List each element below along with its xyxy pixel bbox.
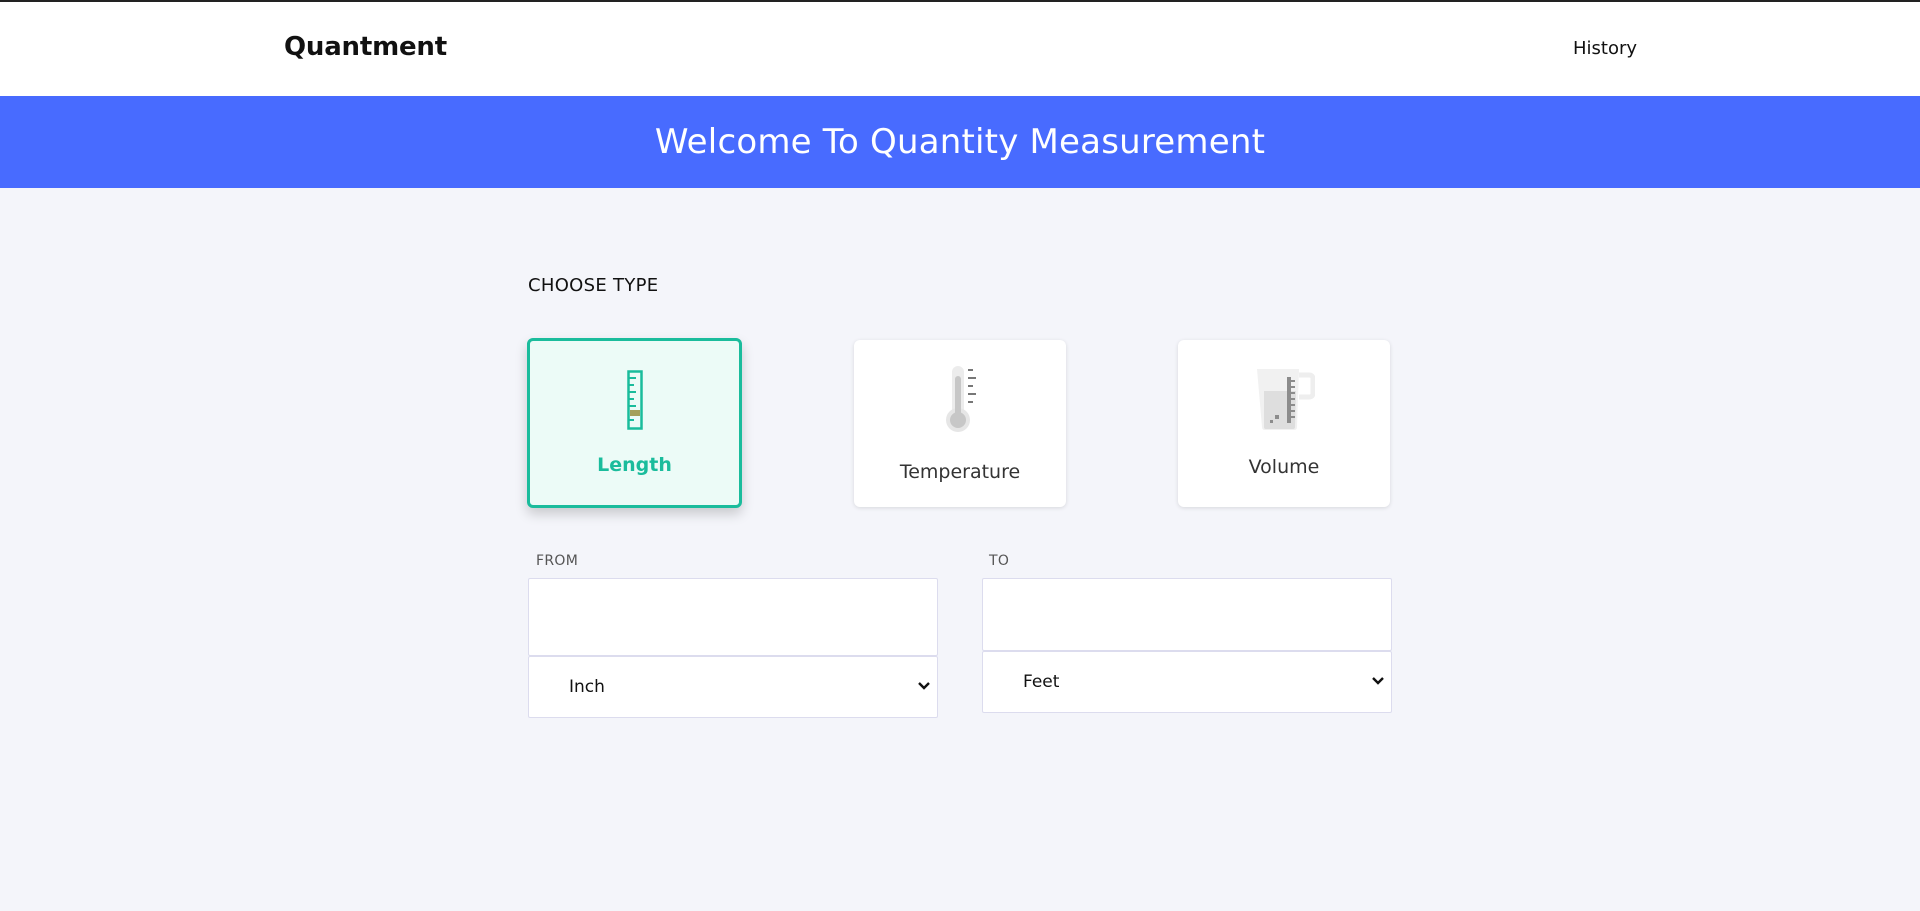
type-card-label: Length bbox=[597, 454, 672, 476]
to-unit-select[interactable]: Feet bbox=[982, 651, 1392, 713]
chevron-down-icon bbox=[917, 678, 931, 696]
from-unit-value: Inch bbox=[569, 677, 605, 697]
choose-type-heading: CHOOSE TYPE bbox=[528, 275, 659, 296]
type-card-temperature[interactable]: Temperature bbox=[854, 340, 1066, 507]
type-card-length[interactable]: Length bbox=[527, 338, 742, 508]
from-value-input[interactable] bbox=[528, 578, 938, 656]
to-value-input[interactable] bbox=[982, 578, 1392, 651]
type-card-volume[interactable]: Volume bbox=[1178, 340, 1390, 507]
chevron-down-icon bbox=[1371, 673, 1385, 691]
to-unit-value: Feet bbox=[1023, 672, 1060, 692]
type-card-label: Temperature bbox=[899, 461, 1021, 483]
hero-banner: Welcome To Quantity Measurement bbox=[0, 96, 1920, 188]
type-card-label: Volume bbox=[1248, 456, 1320, 478]
brand-logo[interactable]: Quantment bbox=[284, 32, 447, 62]
page-title: Welcome To Quantity Measurement bbox=[654, 122, 1266, 162]
from-unit-select[interactable]: Inch bbox=[528, 656, 938, 718]
ruler-icon bbox=[626, 370, 643, 435]
thermometer-icon bbox=[938, 364, 982, 439]
history-link[interactable]: History bbox=[1573, 38, 1637, 59]
to-label: TO bbox=[989, 553, 1010, 569]
measuring-jug-icon bbox=[1253, 367, 1316, 436]
from-label: FROM bbox=[536, 553, 579, 569]
navbar: Quantment History bbox=[0, 2, 1920, 96]
